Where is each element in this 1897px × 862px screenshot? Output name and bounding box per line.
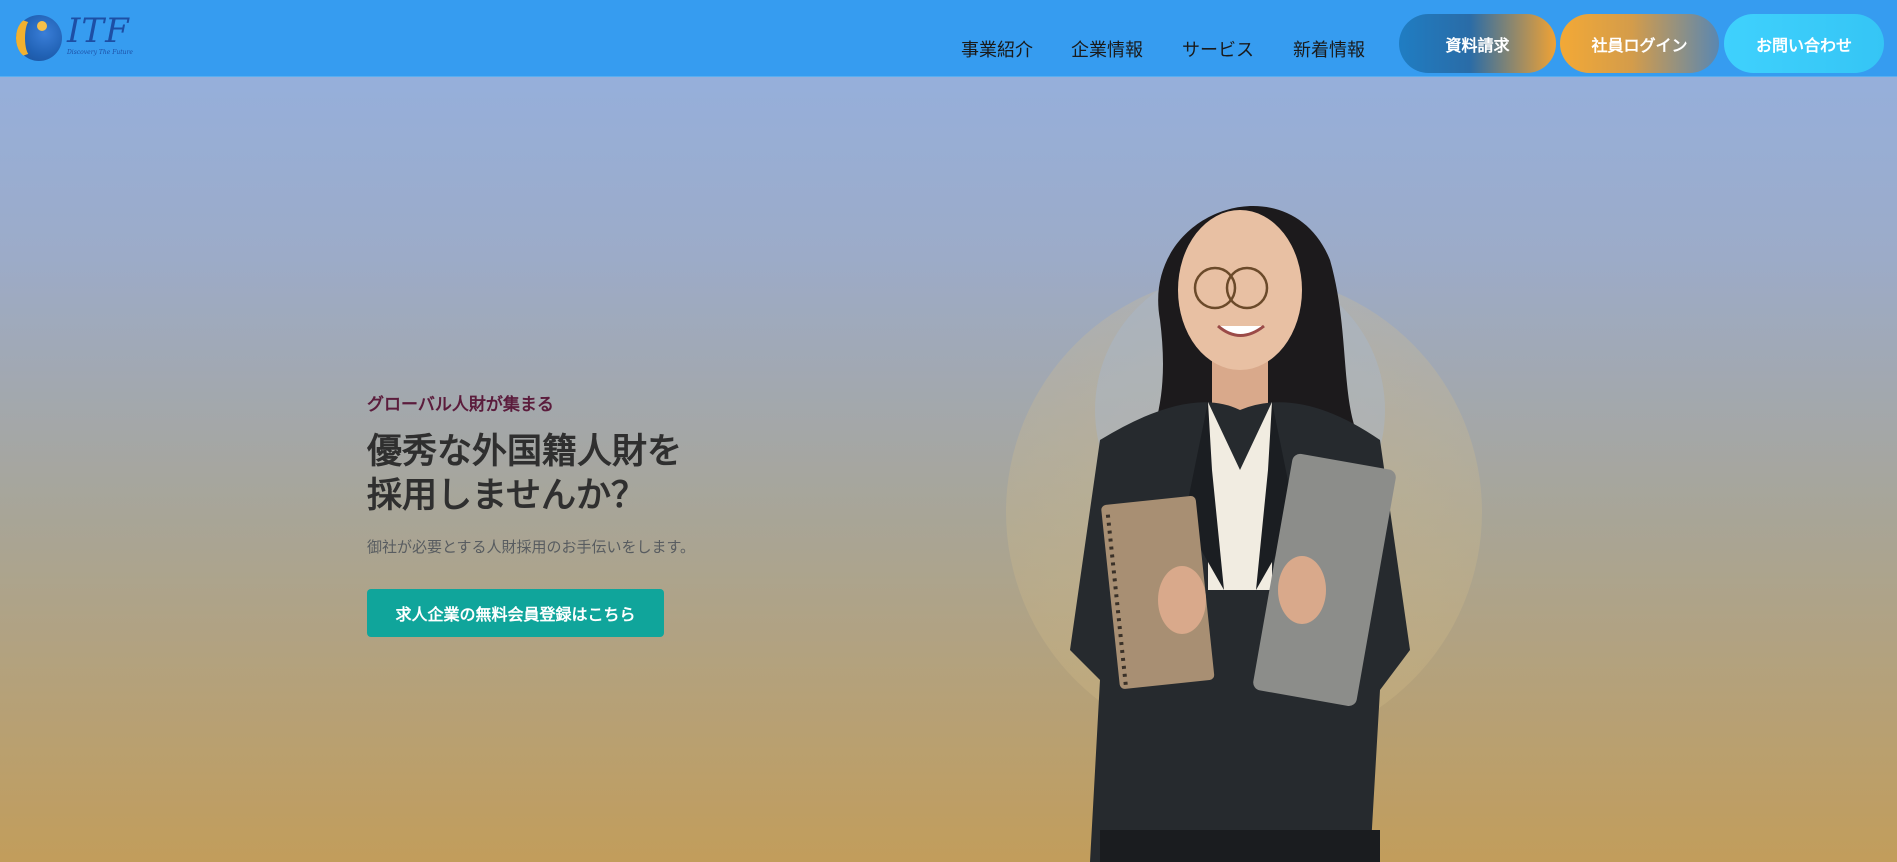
trousers [1100, 830, 1380, 862]
right-hand [1278, 556, 1326, 624]
hero-businesswoman-image [1006, 206, 1482, 862]
nav-item-business[interactable]: 事業紹介 [961, 36, 1033, 62]
logo-text: ITF [67, 11, 130, 51]
free-registration-button[interactable]: 求人企業の無料会員登録はこちら [367, 589, 664, 637]
logo-tagline: Discovery The Future [67, 49, 133, 56]
nav-item-service[interactable]: サービス [1182, 36, 1254, 62]
logo-dot [37, 21, 47, 31]
itf-logo[interactable]: ITF Discovery The Future [16, 11, 136, 62]
request-docs-button[interactable]: 資料請求 [1399, 14, 1556, 73]
hero-title: 優秀な外国籍人財を 採用しませんか？ [367, 430, 682, 518]
hero-title-line-1: 優秀な外国籍人財を [367, 432, 683, 472]
contact-button[interactable]: お問い合わせ [1724, 14, 1884, 73]
face [1178, 210, 1302, 370]
nav-item-company[interactable]: 企業情報 [1071, 36, 1143, 62]
hero-title-line-2: 採用しませんか？ [367, 476, 646, 516]
employee-login-button[interactable]: 社員ログイン [1560, 14, 1719, 73]
site-header: ITF Discovery The Future 事業紹介 企業情報 サービス … [0, 0, 1897, 77]
nav-item-news[interactable]: 新着情報 [1293, 36, 1365, 62]
hero-subtitle: グローバル人財が集まる [367, 395, 554, 415]
left-hand [1158, 566, 1206, 634]
hero-description: 御社が必要とする人財採用のお手伝いをします。 [367, 538, 696, 556]
